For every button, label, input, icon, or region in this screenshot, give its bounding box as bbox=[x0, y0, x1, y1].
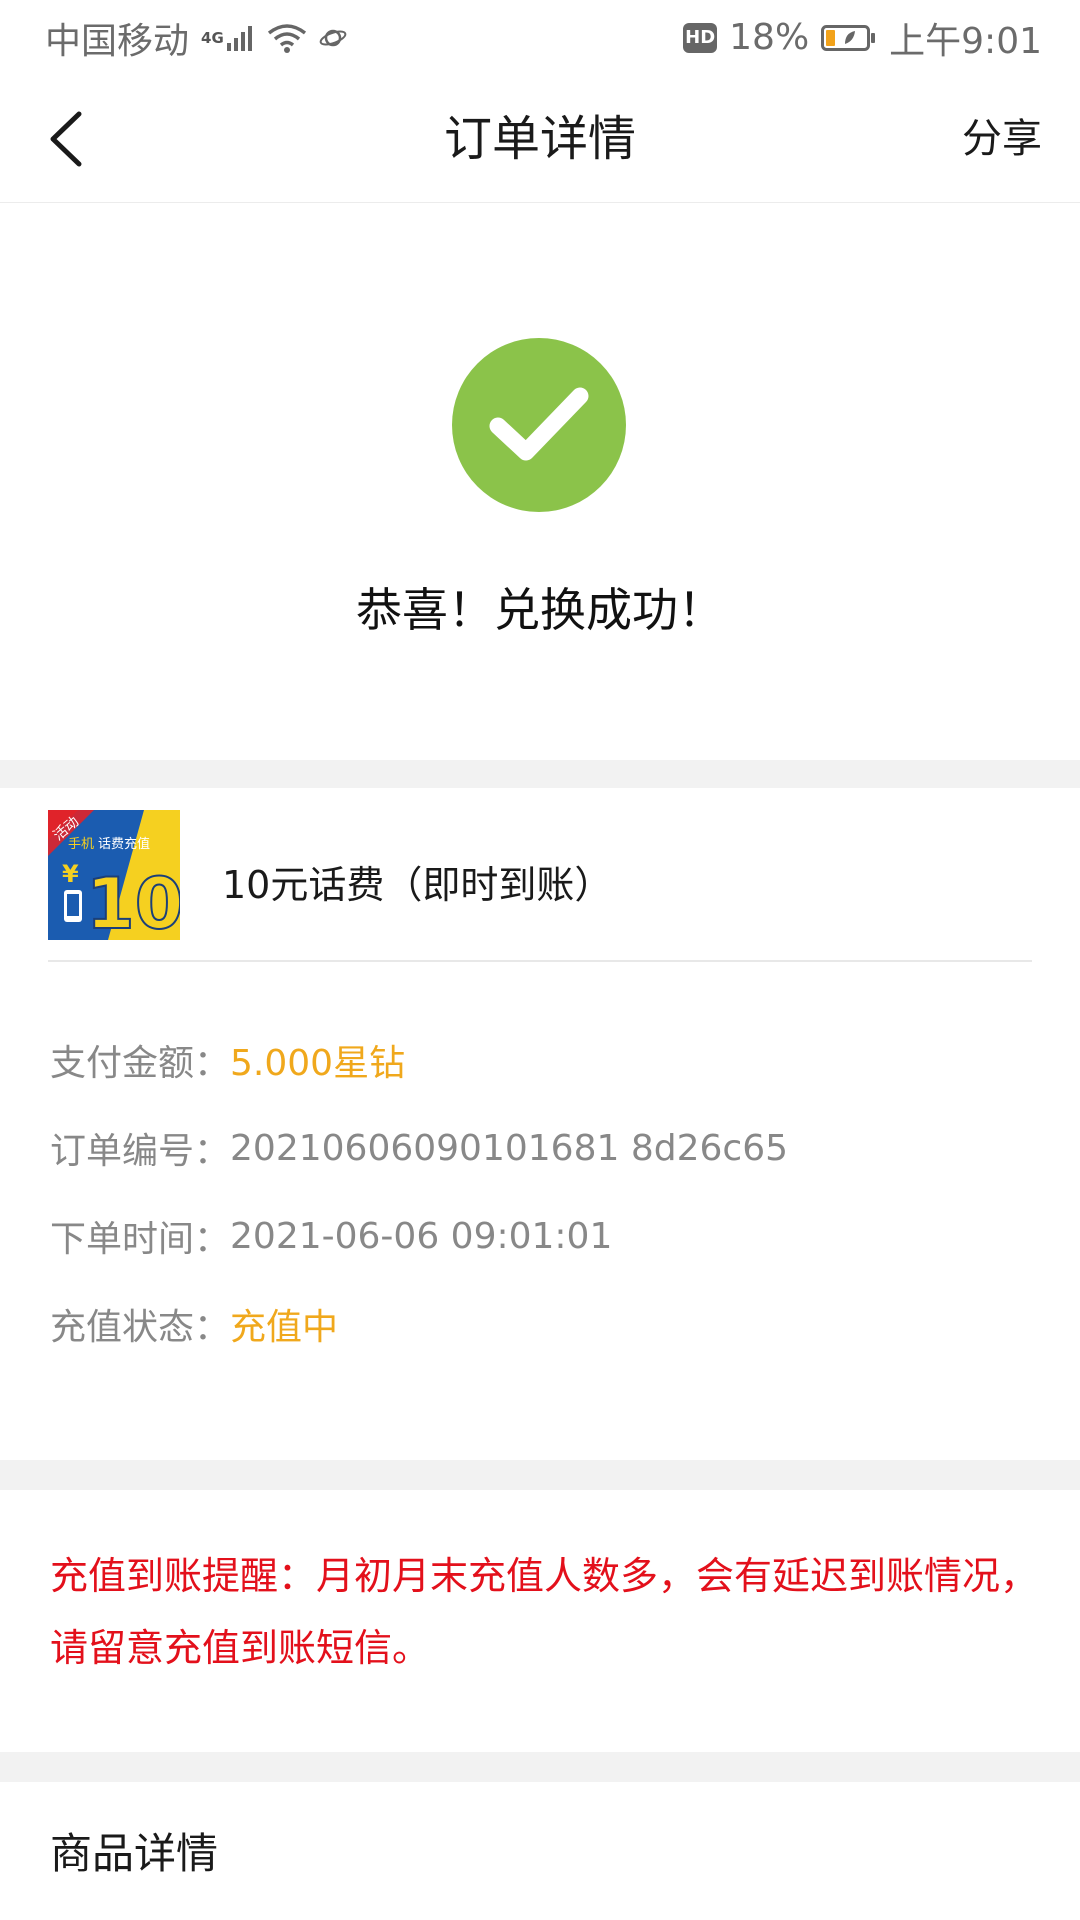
status-value: 充值中 bbox=[230, 1307, 339, 1348]
battery-percent: 18% bbox=[729, 17, 810, 58]
order-time-label: 下单时间： bbox=[50, 1219, 231, 1260]
battery-icon bbox=[821, 23, 877, 53]
status-bar-right: HD 18% 上午9:01 bbox=[683, 12, 1042, 64]
hd-badge: HD bbox=[683, 22, 718, 53]
order-number-value: 20210606090101681 8d26c65 bbox=[230, 1127, 788, 1169]
carrier-name: 中国移动 bbox=[45, 20, 190, 62]
clock: 上午9:01 bbox=[889, 20, 1042, 62]
section-divider bbox=[0, 760, 1080, 788]
thumb-amount: 10 bbox=[86, 863, 180, 940]
goods-detail-heading: 商品详情 bbox=[50, 1829, 219, 1878]
thumb-caption-1: 手机 bbox=[68, 837, 94, 852]
nav-header: 订单详情 分享 bbox=[0, 75, 1080, 203]
signal-icon: 4G bbox=[201, 23, 255, 53]
info-row-order-time: 下单时间： 2021-06-06 09:01:01 bbox=[50, 1192, 788, 1280]
payment-label: 支付金额： bbox=[50, 1043, 231, 1084]
payment-value: 5.000星钻 bbox=[230, 1043, 406, 1084]
recharge-reminder: 充值到账提醒：月初月末充值人数多，会有延迟到账情况，请留意充值到账短信。 bbox=[50, 1554, 1039, 1670]
section-divider bbox=[0, 1460, 1080, 1490]
product-name: 10元话费（即时到账） bbox=[222, 863, 613, 907]
order-detail-page: 中国移动 4G HD 18% 上午9:01 订单详情 分享 恭喜！兑换成功！ 活… bbox=[0, 0, 1080, 1920]
status-bar-left: 中国移动 4G bbox=[45, 12, 347, 64]
order-info-list: 支付金额： 5.000星钻 订单编号： 20210606090101681 8d… bbox=[50, 1016, 788, 1368]
share-button[interactable]: 分享 bbox=[962, 75, 1042, 203]
thumb-currency: ¥ bbox=[62, 860, 79, 888]
success-check-icon bbox=[452, 338, 626, 512]
status-label: 充值状态： bbox=[50, 1307, 231, 1348]
wifi-icon bbox=[267, 22, 307, 54]
info-row-order-number: 订单编号： 20210606090101681 8d26c65 bbox=[50, 1104, 788, 1192]
product-thumbnail: 活动 手机 话费充值 ¥ 10 bbox=[48, 810, 180, 940]
status-bar: 中国移动 4G HD 18% 上午9:01 bbox=[0, 0, 1080, 75]
info-row-payment: 支付金额： 5.000星钻 bbox=[50, 1016, 788, 1104]
planet-icon bbox=[319, 24, 347, 52]
info-row-status: 充值状态： 充值中 bbox=[50, 1280, 788, 1368]
thumb-caption-2: 话费充值 bbox=[98, 836, 150, 852]
success-message: 恭喜！兑换成功！ bbox=[356, 583, 724, 637]
order-time-value: 2021-06-06 09:01:01 bbox=[230, 1215, 613, 1257]
network-type: 4G bbox=[201, 28, 224, 47]
product-row[interactable]: 活动 手机 话费充值 ¥ 10 10元话费（即时到账） bbox=[0, 788, 1080, 958]
order-number-label: 订单编号： bbox=[50, 1131, 231, 1172]
back-button[interactable] bbox=[30, 103, 100, 175]
back-arrow-icon bbox=[50, 111, 82, 167]
section-divider bbox=[0, 1752, 1080, 1782]
success-section: 恭喜！兑换成功！ bbox=[0, 204, 1080, 760]
product-divider bbox=[48, 960, 1032, 962]
page-title: 订单详情 bbox=[443, 111, 636, 167]
